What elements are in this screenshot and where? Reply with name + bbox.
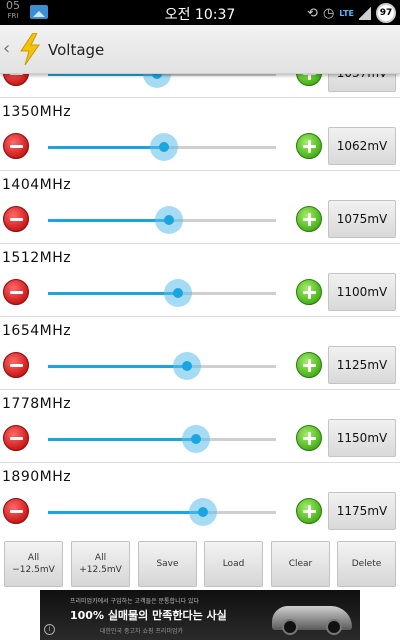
increase-voltage-button[interactable] <box>296 133 322 159</box>
all-minus-button[interactable]: All −12.5mV <box>4 541 63 587</box>
slider-thumb[interactable] <box>173 352 201 380</box>
voltage-slider[interactable] <box>48 352 276 380</box>
ad-sub-text: 대한민국 중고차 쇼핑 프리미엄카 <box>100 628 184 635</box>
voltage-row: 1654MHz 1125mV <box>0 317 400 390</box>
ad-headline: 100% 실매물의 만족한다는 사실 <box>70 609 227 622</box>
lightning-bolt-icon[interactable] <box>19 33 41 65</box>
slider-fill <box>48 365 187 368</box>
voltage-slider[interactable] <box>48 498 276 526</box>
slider-fill <box>48 511 203 514</box>
all-plus-button[interactable]: All +12.5mV <box>71 541 130 587</box>
voltage-value-button[interactable]: 1175mV <box>328 492 396 530</box>
decrease-voltage-button[interactable] <box>3 425 29 451</box>
slider-fill <box>48 219 169 222</box>
frequency-label: 1890MHz <box>2 469 72 485</box>
frequency-label: 1778MHz <box>2 396 72 412</box>
button-label: Save <box>156 559 179 569</box>
decrease-voltage-button[interactable] <box>3 498 29 524</box>
increase-voltage-button[interactable] <box>296 498 322 524</box>
decrease-voltage-button[interactable] <box>3 279 29 305</box>
delete-button[interactable]: Delete <box>337 541 396 587</box>
ad-small-text: 프리미엄카에서 구입하는 고객들은 문통합니다 있다 <box>70 598 200 605</box>
load-button[interactable]: Load <box>204 541 263 587</box>
voltage-slider[interactable] <box>48 425 276 453</box>
frequency-label: 1404MHz <box>2 177 72 193</box>
ad-banner[interactable]: 프리미엄카에서 구입하는 고객들은 문통합니다 있다 100% 실매물의 만족한… <box>40 590 360 640</box>
voltage-row: 1350MHz 1062mV <box>0 98 400 171</box>
slider-thumb[interactable] <box>189 498 217 526</box>
button-label: Clear <box>288 559 313 569</box>
action-bar: ‹ Voltage <box>0 25 400 74</box>
decrease-voltage-button[interactable] <box>3 352 29 378</box>
button-label: Delete <box>351 559 382 569</box>
clear-button[interactable]: Clear <box>271 541 330 587</box>
button-label: All <box>94 553 107 563</box>
slider-fill <box>48 292 178 295</box>
frequency-label: 1350MHz <box>2 104 72 120</box>
voltage-value-button[interactable]: 1125mV <box>328 346 396 384</box>
save-button[interactable]: Save <box>138 541 197 587</box>
decrease-voltage-button[interactable] <box>3 133 29 159</box>
voltage-value-button[interactable]: 1150mV <box>328 419 396 457</box>
button-label: +12.5mV <box>79 565 122 575</box>
slider-thumb[interactable] <box>155 206 183 234</box>
voltage-slider[interactable] <box>48 279 276 307</box>
slider-thumb[interactable] <box>164 279 192 307</box>
voltage-row: 1512MHz 1100mV <box>0 244 400 317</box>
ad-info-icon[interactable]: i <box>44 624 55 635</box>
increase-voltage-button[interactable] <box>296 352 322 378</box>
voltage-value-button[interactable]: 1062mV <box>328 127 396 165</box>
button-bar: All −12.5mV All +12.5mV Save Load Clear … <box>0 535 400 590</box>
increase-voltage-button[interactable] <box>296 279 322 305</box>
car-image <box>272 606 352 635</box>
decrease-voltage-button[interactable] <box>3 206 29 232</box>
slider-fill <box>48 146 164 149</box>
voltage-row: 1778MHz 1150mV <box>0 390 400 463</box>
voltage-slider[interactable] <box>48 206 276 234</box>
increase-voltage-button[interactable] <box>296 206 322 232</box>
voltage-value-button[interactable]: 1100mV <box>328 273 396 311</box>
voltage-slider[interactable] <box>48 133 276 161</box>
increase-voltage-button[interactable] <box>296 425 322 451</box>
voltage-list[interactable]: 1037mV1350MHz1062mV1404MHz1075mV1512MHz1… <box>0 0 400 535</box>
button-label: Load <box>222 559 245 569</box>
slider-fill <box>48 438 196 441</box>
page-title: Voltage <box>48 41 105 59</box>
frequency-label: 1512MHz <box>2 250 72 266</box>
voltage-value-button[interactable]: 1075mV <box>328 200 396 238</box>
frequency-label: 1654MHz <box>2 323 72 339</box>
button-label: −12.5mV <box>12 565 55 575</box>
slider-thumb[interactable] <box>182 425 210 453</box>
slider-thumb[interactable] <box>150 133 178 161</box>
voltage-row: 1404MHz 1075mV <box>0 171 400 244</box>
voltage-row: 1890MHz 1175mV <box>0 463 400 535</box>
button-label: All <box>27 553 40 563</box>
back-chevron-icon[interactable]: ‹ <box>3 38 10 59</box>
